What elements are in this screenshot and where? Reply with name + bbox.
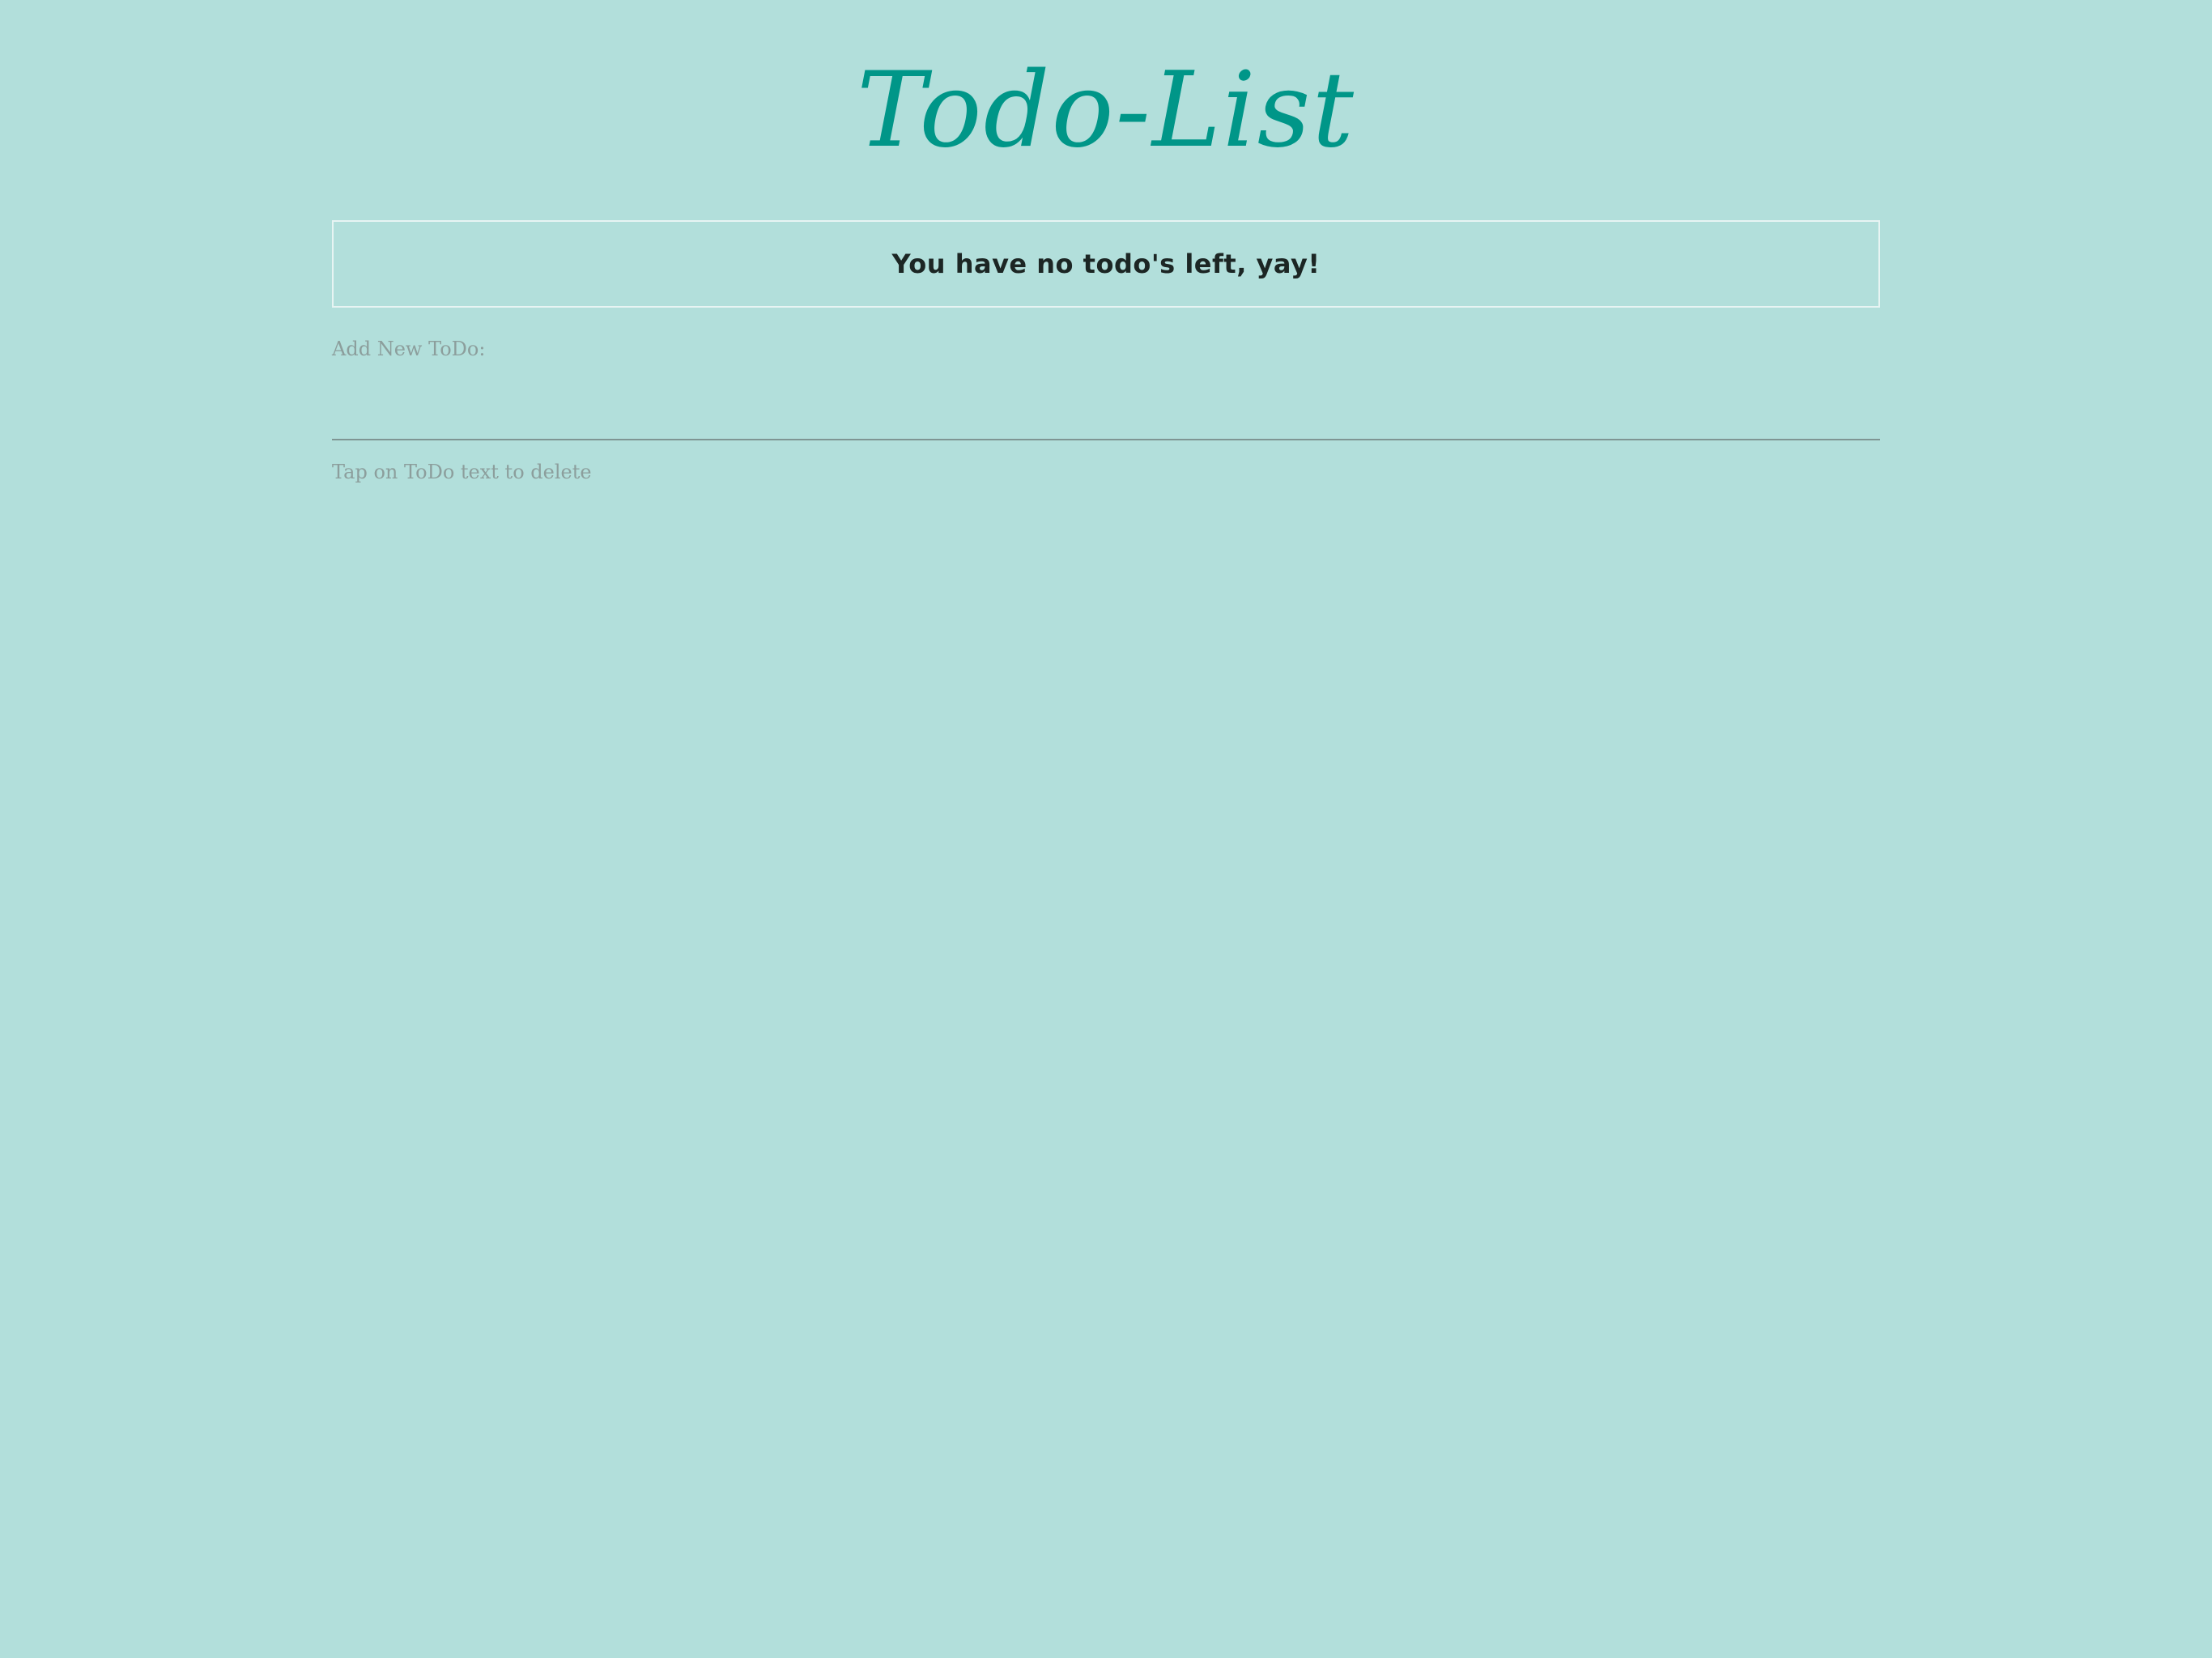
- todo-list-empty-state: You have no todo's left, yay!: [332, 220, 1880, 308]
- page-title: Todo-List: [857, 50, 1355, 171]
- add-todo-input[interactable]: [332, 374, 1880, 440]
- delete-hint: Tap on ToDo text to delete: [332, 461, 592, 483]
- empty-state-message: You have no todo's left, yay!: [891, 249, 1321, 279]
- add-todo-label: Add New ToDo:: [332, 338, 486, 360]
